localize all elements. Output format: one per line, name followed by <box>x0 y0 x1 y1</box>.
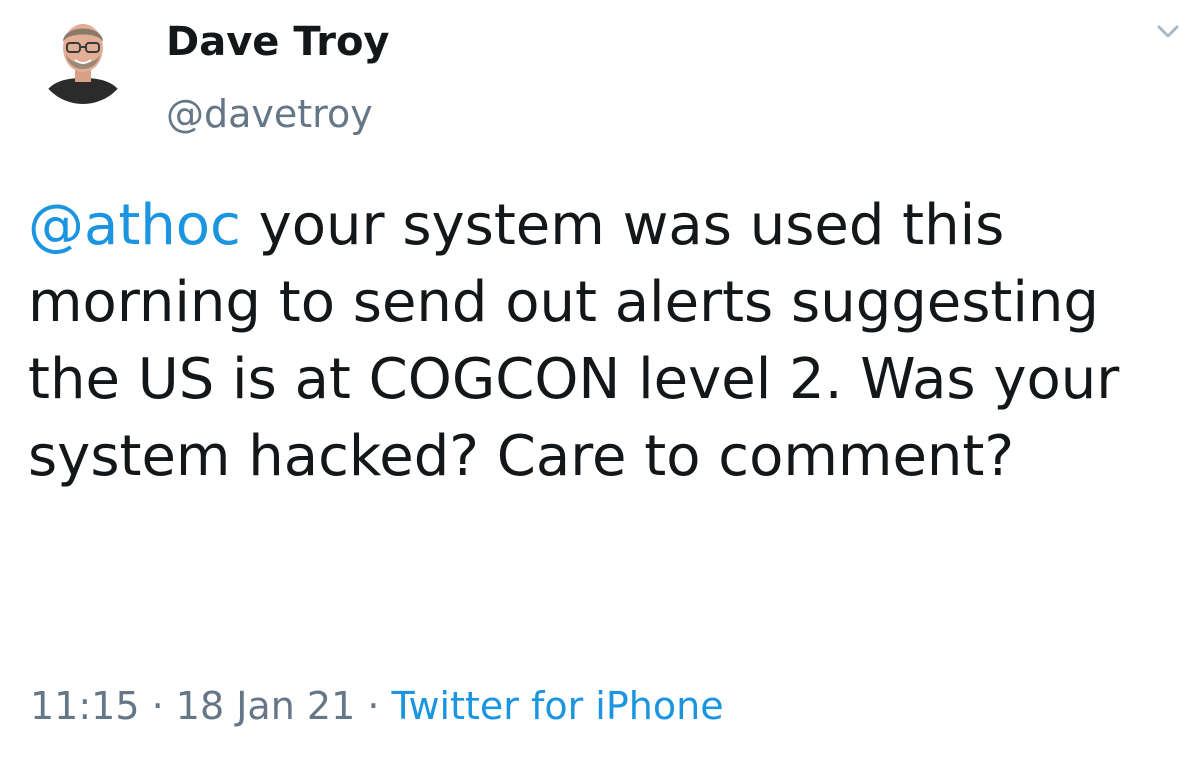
tweet-metadata: 11:15 · 18 Jan 21 · Twitter for iPhone <box>30 676 724 736</box>
chevron-down-icon[interactable] <box>1148 12 1188 52</box>
author-name[interactable]: Dave Troy <box>166 12 390 72</box>
meta-separator: · <box>367 684 380 728</box>
tweet-date[interactable]: 18 Jan 21 <box>176 684 355 728</box>
tweet-time[interactable]: 11:15 <box>30 684 140 728</box>
tweet-text: @athoc your system was used this morning… <box>28 187 1178 495</box>
meta-separator: · <box>151 684 164 728</box>
avatar[interactable] <box>36 10 130 104</box>
tweet-source-link[interactable]: Twitter for iPhone <box>392 684 724 728</box>
avatar-image <box>36 10 130 104</box>
mention-link[interactable]: @athoc <box>28 193 241 258</box>
author-handle[interactable]: @davetroy <box>166 84 373 144</box>
tweet-card: Dave Troy @davetroy @athoc your system w… <box>0 0 1200 765</box>
